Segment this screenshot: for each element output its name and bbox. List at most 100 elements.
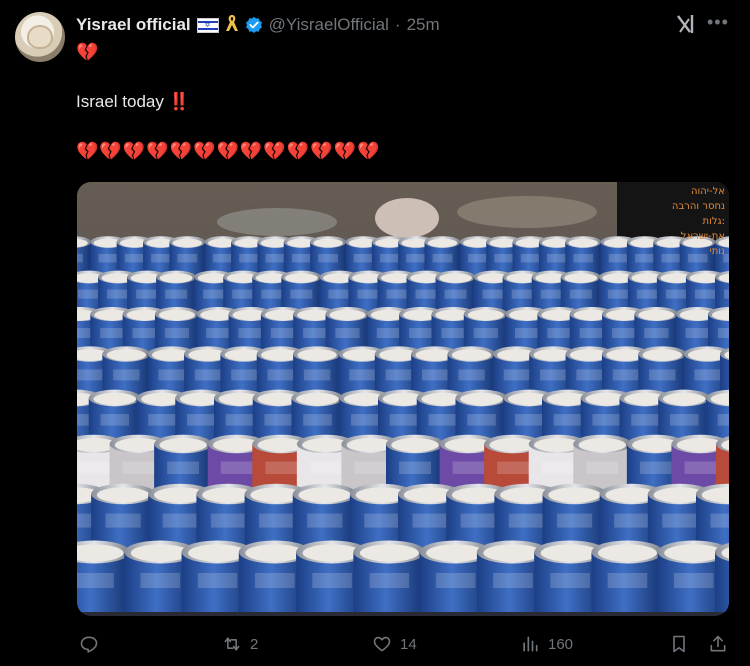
candle-label-band <box>460 513 496 528</box>
bookmark-icon <box>673 635 685 653</box>
candle-label-band <box>540 289 563 299</box>
candle-label-band <box>547 328 572 338</box>
candle-label-band <box>140 573 181 588</box>
candle-label-band <box>685 328 710 338</box>
candle-wax <box>313 238 343 248</box>
candle-label-band <box>710 513 729 528</box>
more-icon[interactable]: ••• <box>707 12 729 33</box>
candle-label-band <box>511 289 534 299</box>
candle-label-band <box>124 253 145 263</box>
candle-wax <box>359 544 419 562</box>
like-count: 14 <box>400 635 417 653</box>
candle-wax <box>106 349 147 361</box>
candle-label-band <box>136 289 159 299</box>
candle-label-band <box>435 573 476 588</box>
views-count: 160 <box>548 635 574 653</box>
display-name[interactable]: Yisrael official <box>76 15 191 35</box>
candle-label-band <box>669 414 699 426</box>
candle-label-band <box>354 461 387 474</box>
candle-label-band <box>376 328 401 338</box>
candle-label-band <box>441 328 466 338</box>
candle-label-band <box>162 513 198 528</box>
tweet-media-image[interactable]: אל-יהוה נחסר והרבה גלות: את-ישראל נותי <box>77 182 729 616</box>
timestamp[interactable]: 25m <box>407 15 440 35</box>
candle-label-band <box>78 461 110 474</box>
candle-label-band <box>444 289 467 299</box>
candle-label-band <box>357 289 380 299</box>
views-icon <box>523 636 538 652</box>
candle-label-band <box>515 328 540 338</box>
candle-label-band <box>353 253 374 263</box>
candle-can <box>715 552 729 612</box>
grok-icon[interactable] <box>675 13 695 35</box>
candle-label-band <box>77 573 114 588</box>
candle-label-band <box>203 289 226 299</box>
candle-label-band <box>694 369 721 381</box>
candle-label-band <box>385 369 413 381</box>
candle-label-band <box>167 461 200 474</box>
candle-wax <box>302 544 362 562</box>
candle-label-band <box>636 289 659 299</box>
candle-label-band <box>473 328 498 338</box>
candle-label-band <box>406 253 427 263</box>
candle-label-band <box>494 253 515 263</box>
candle-label-band <box>303 369 331 381</box>
candle-wax <box>451 349 492 361</box>
candle-wax <box>662 392 706 406</box>
candle-label-band <box>369 573 410 588</box>
candle-label-band <box>77 414 91 426</box>
candle-label-band <box>151 253 171 263</box>
avatar[interactable] <box>15 12 65 62</box>
candle-label-band <box>165 289 188 299</box>
candle-wax <box>298 487 352 503</box>
candle-wax <box>664 544 724 562</box>
repost-count: 2 <box>250 635 259 653</box>
candle-wax <box>467 309 504 321</box>
candle-label-band <box>265 461 298 474</box>
candle-wax <box>391 438 439 452</box>
candle-label-band <box>77 369 104 381</box>
candle-label-band <box>100 328 125 338</box>
share-button[interactable] <box>708 634 728 654</box>
candle-wax <box>93 392 137 406</box>
candle-label-band <box>592 414 622 426</box>
repost-button[interactable]: 2 <box>222 634 258 654</box>
sign-line: נחסר והרבה <box>671 201 725 212</box>
candle-label-band <box>290 289 313 299</box>
candle-wax <box>297 349 337 361</box>
candle-label-band <box>421 369 449 381</box>
candle-label-band <box>364 513 400 528</box>
candle-wax <box>597 544 657 562</box>
candle-label-band <box>662 513 698 528</box>
sign-line: אל-יהוה <box>690 186 725 197</box>
candle-label-band <box>186 414 216 426</box>
candle-label-band <box>482 289 505 299</box>
candle-label-band <box>77 328 93 338</box>
candle-label-band <box>379 253 400 263</box>
double-exclamation-emoji: ‼️ <box>168 92 190 111</box>
views-button[interactable]: 160 <box>520 634 573 654</box>
candle-label-band <box>303 328 328 338</box>
candle-label-band <box>291 253 312 263</box>
candle-label-band <box>194 369 222 381</box>
broken-hearts-row: 💔💔💔💔💔💔💔💔💔💔💔💔💔 <box>76 141 381 161</box>
candle-wax <box>564 273 598 283</box>
candle-label-band <box>467 414 496 426</box>
like-button[interactable]: 14 <box>372 634 417 654</box>
candle-wax <box>245 544 305 562</box>
candle-label-band <box>452 461 485 474</box>
candle-label-band <box>458 369 485 381</box>
candle-label-band <box>497 461 530 474</box>
candle-label-band <box>415 289 438 299</box>
reply-button[interactable] <box>79 634 107 654</box>
candle-wax <box>96 487 150 503</box>
candle-label-band <box>586 461 619 474</box>
candle-label-band <box>611 328 637 338</box>
candle-wax <box>159 438 207 452</box>
bookmark-button[interactable] <box>669 634 689 654</box>
candle-label-band <box>177 253 198 263</box>
handle[interactable]: @YisraelOfficial <box>269 15 389 35</box>
repost-icon <box>224 637 240 651</box>
candle-label-band <box>98 253 119 263</box>
candle-wax <box>578 438 627 452</box>
